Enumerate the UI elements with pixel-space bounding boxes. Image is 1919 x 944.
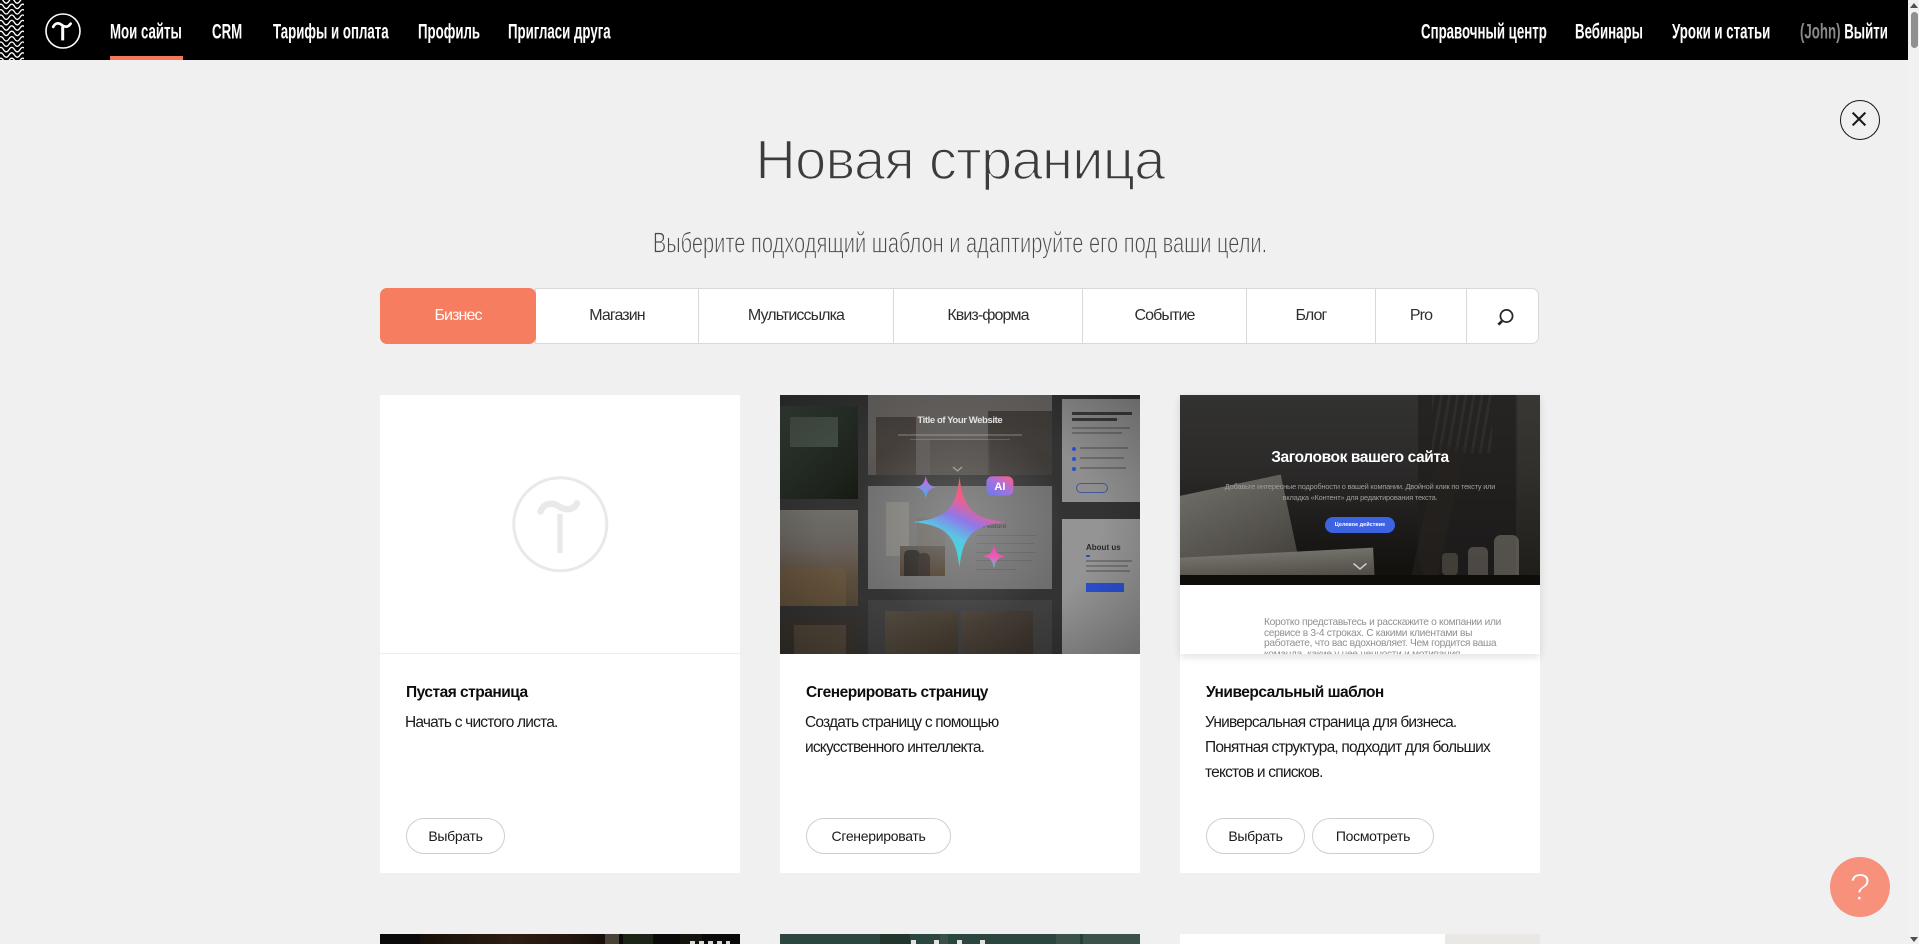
svg-text:AI: AI — [994, 481, 1005, 493]
